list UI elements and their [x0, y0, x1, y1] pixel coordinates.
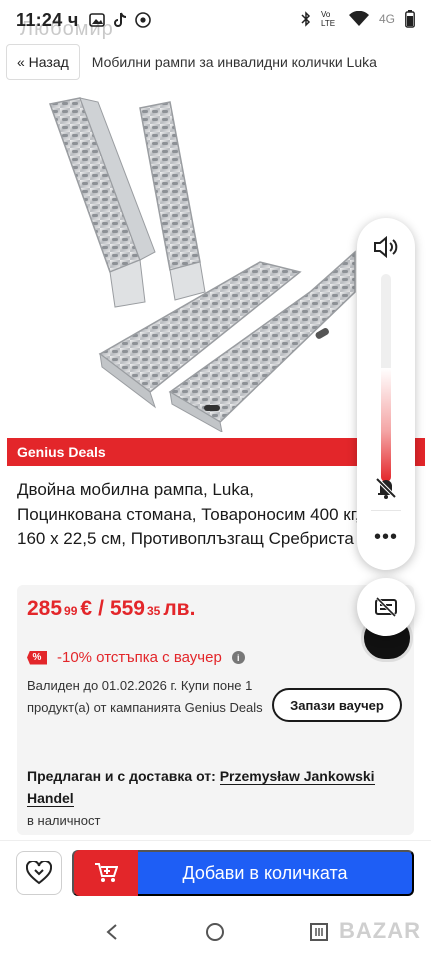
system-recents-button[interactable] — [299, 912, 339, 952]
live-caption-button[interactable] — [357, 578, 415, 636]
gallery-icon — [88, 13, 105, 27]
voucher-validity: Валиден до 01.02.2026 г. Купи поне 1 про… — [27, 678, 263, 715]
cart-icon — [74, 850, 138, 896]
carousel-indicator[interactable] — [204, 405, 220, 411]
stock-status: в наличност — [27, 813, 101, 828]
ramp-photo-icon — [49, 97, 356, 433]
bottom-action-bar: Добави в количката — [0, 840, 431, 904]
price-eur-cents: 99 — [64, 604, 78, 618]
nav-header: « Назад Мобилни рампи за инвалидни колич… — [0, 42, 431, 82]
volume-more-button[interactable]: ••• — [371, 522, 401, 552]
system-home-button[interactable] — [195, 912, 235, 952]
save-voucher-button[interactable]: Запази ваучер — [272, 688, 402, 722]
seller-info: Предлаган и с доставка от: Przemysław Ja… — [27, 765, 387, 809]
volume-slider[interactable] — [381, 274, 391, 482]
volume-slider-fill — [381, 367, 391, 482]
info-icon[interactable]: i — [231, 651, 245, 664]
volume-speaker-icon[interactable] — [371, 232, 401, 262]
status-bar: 11:24 ч Vo LTE 4G — [0, 0, 431, 40]
caption-off-icon — [375, 597, 397, 617]
bluetooth-icon — [301, 11, 311, 27]
price-eur-currency: € — [80, 597, 93, 620]
voucher-text: -10% отстъпка с ваучер — [57, 649, 222, 666]
tiktok-icon — [113, 12, 126, 27]
price-bgn-cents: 35 — [146, 604, 161, 618]
volume-divider — [371, 510, 401, 511]
volume-panel: ••• — [357, 218, 415, 570]
breadcrumb-title[interactable]: Мобилни рампи за инвалидни колички Luka — [92, 54, 377, 70]
battery-icon — [405, 10, 415, 28]
voucher-offer: % -10% отстъпка с ваучер i — [27, 649, 245, 666]
price-bgn-currency: лв. — [163, 597, 196, 620]
recents-icon — [310, 923, 329, 941]
price-separator: / — [98, 597, 104, 620]
volte-label: Vo LTE — [320, 10, 336, 28]
ring-mute-icon[interactable] — [371, 473, 401, 503]
watermark-logo: BAZAR — [339, 918, 421, 943]
status-time: 11:24 ч — [16, 9, 79, 30]
system-back-button[interactable] — [92, 912, 132, 952]
heart-icon — [26, 861, 52, 885]
chrome-icon — [134, 12, 151, 28]
product-title: Двойна мобилна рампа, Luka, Поцинкована … — [17, 480, 360, 548]
product-image[interactable] — [30, 92, 370, 433]
seller-prefix: Предлаган и с доставка от: — [27, 768, 220, 784]
add-to-cart-label: Добави в количката — [182, 862, 348, 883]
percent-tag-icon: % — [27, 650, 47, 665]
price: 285 99 € / 559 35 лв. — [27, 597, 195, 621]
chevron-left-icon — [106, 924, 117, 940]
add-to-cart-button[interactable]: Добави в количката — [72, 850, 414, 896]
wifi-icon — [348, 11, 369, 26]
wishlist-button[interactable] — [16, 851, 62, 895]
price-bgn-main: 559 — [109, 597, 145, 620]
network-label: 4G — [378, 12, 395, 26]
price-box: 285 99 € / 559 35 лв. % -10% отстъпка с … — [17, 585, 414, 835]
price-eur-main: 285 — [27, 597, 63, 620]
back-button[interactable]: « Назад — [6, 44, 80, 80]
home-circle-icon — [206, 923, 225, 941]
